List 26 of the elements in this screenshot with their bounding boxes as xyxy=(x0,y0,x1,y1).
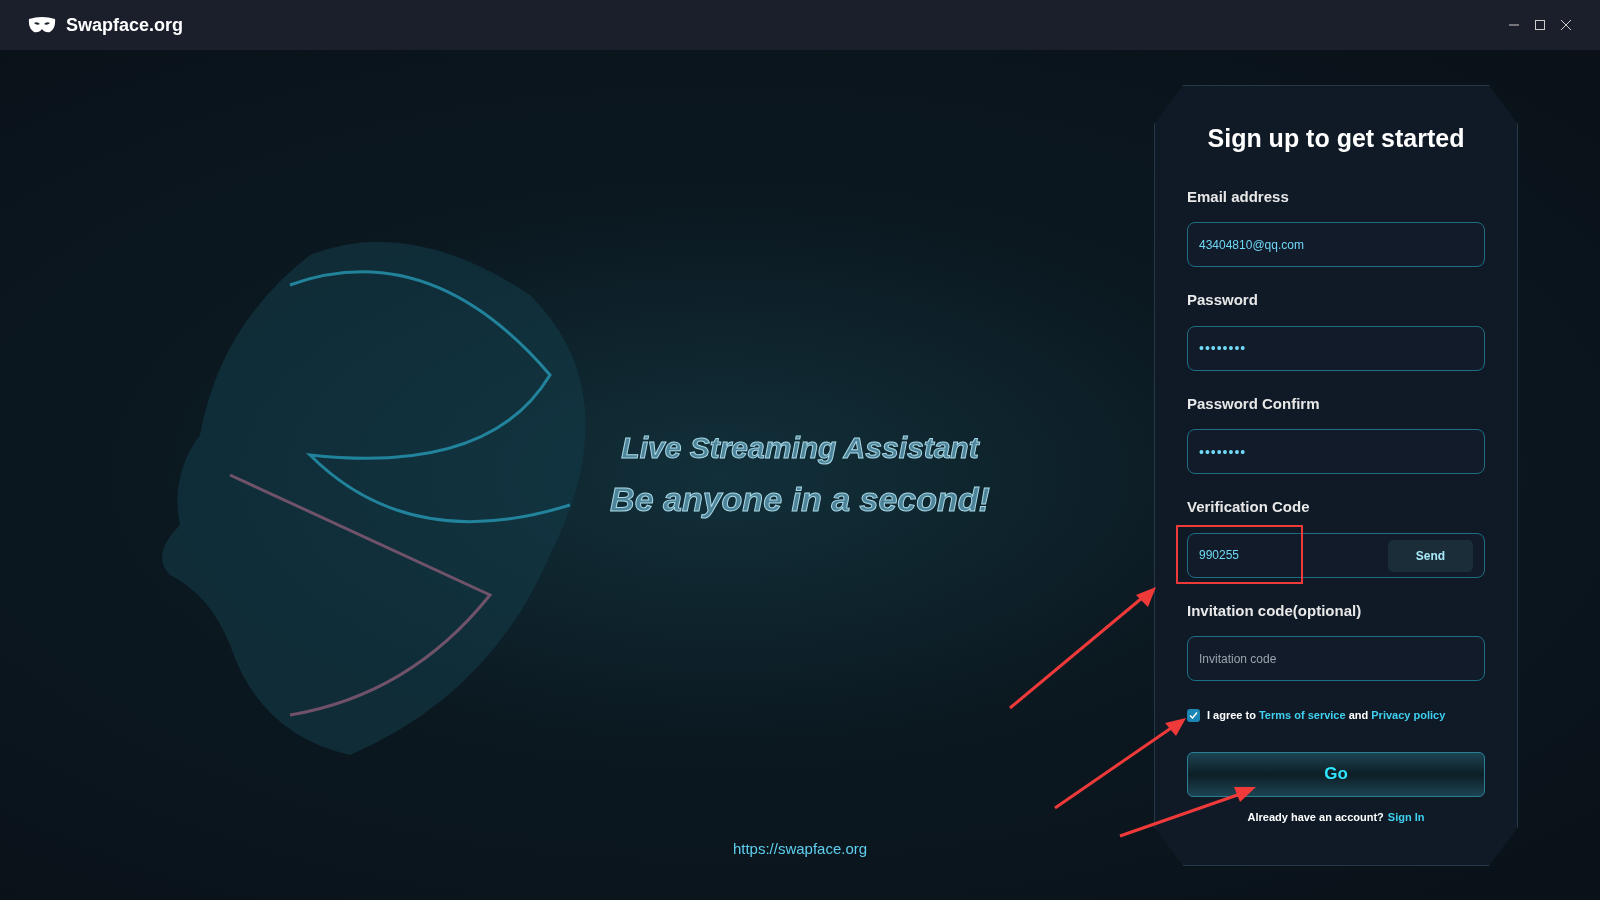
field-label: Email address xyxy=(1187,186,1290,207)
tagline: Live Streaming Assistant xyxy=(621,430,979,466)
field-label: Invitation code(optional) xyxy=(1187,600,1363,621)
field-label: Verification Code xyxy=(1187,497,1311,517)
website-link[interactable]: https://swapface.org xyxy=(732,838,868,861)
field-label: Password xyxy=(1187,290,1259,310)
go-button[interactable]: Go xyxy=(1187,751,1485,797)
privacy-link[interactable]: Privacy policy xyxy=(1371,709,1446,721)
agree-checkbox[interactable] xyxy=(1187,708,1200,722)
tagline: Be anyone in a second! xyxy=(610,479,990,520)
send-button[interactable]: Send xyxy=(1388,539,1473,572)
checkmark-icon xyxy=(1189,710,1198,720)
field-label: Password Confirm xyxy=(1187,393,1321,414)
close-icon[interactable] xyxy=(1560,19,1572,31)
mask-icon xyxy=(28,16,56,34)
sign-in-link[interactable]: Sign In xyxy=(1387,808,1425,825)
window-title: Swapface.org xyxy=(66,13,184,37)
terms-link[interactable]: Terms of service xyxy=(1258,709,1346,721)
input-field[interactable]: •••••••• xyxy=(1187,325,1485,371)
agreement-text: I agree to Terms of service and Privacy policy xyxy=(1207,708,1446,723)
input-field[interactable]: Invitation code xyxy=(1187,636,1485,681)
input-field[interactable]: 43404810@qq.com xyxy=(1187,222,1485,267)
form-title: Sign up to get started xyxy=(1206,123,1466,154)
maximize-icon[interactable] xyxy=(1534,19,1546,31)
account-prompt: Already have an account? xyxy=(1247,809,1384,825)
input-field[interactable]: •••••••• xyxy=(1187,429,1485,474)
